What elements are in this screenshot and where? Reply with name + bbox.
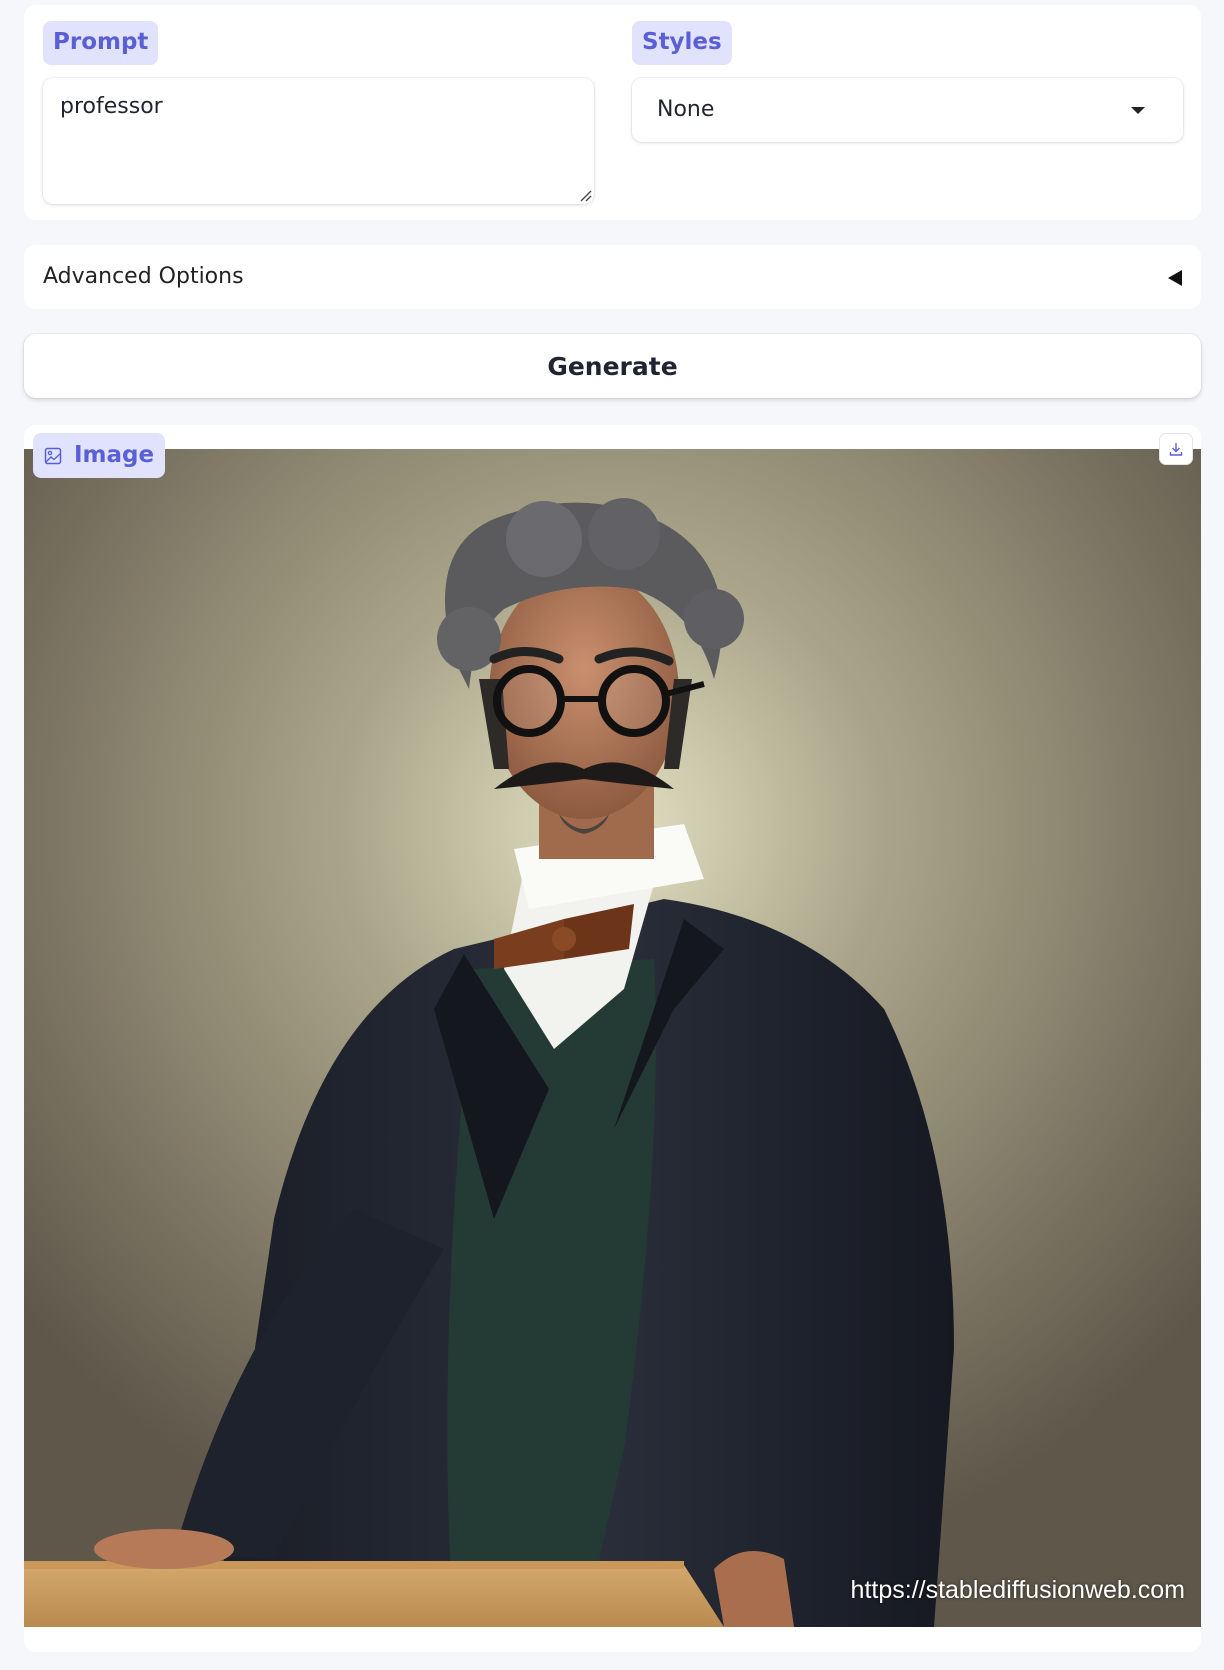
styles-label: Styles — [632, 21, 732, 65]
caret-down-icon — [1131, 107, 1145, 114]
image-output-panel: Image https://stablediffusionweb.com — [24, 425, 1201, 1652]
resize-grip-icon[interactable] — [578, 188, 592, 202]
input-panel: Prompt professor Styles None — [24, 5, 1201, 220]
image-label-text: Image — [74, 442, 155, 468]
image-label: Image — [33, 433, 166, 478]
styles-selected-value: None — [657, 97, 715, 122]
prompt-textarea[interactable]: professor — [43, 78, 594, 204]
prompt-text: professor — [60, 94, 163, 119]
download-icon — [1169, 443, 1183, 456]
download-button[interactable] — [1160, 434, 1192, 464]
generate-button[interactable]: Generate — [24, 334, 1201, 398]
advanced-options-accordion[interactable]: Advanced Options — [24, 245, 1201, 309]
advanced-options-label: Advanced Options — [43, 264, 244, 289]
professor-portrait — [24, 449, 1201, 1627]
generated-image: https://stablediffusionweb.com — [24, 449, 1201, 1627]
image-icon — [44, 447, 62, 464]
prompt-label: Prompt — [43, 21, 159, 65]
styles-dropdown[interactable]: None — [632, 78, 1183, 142]
watermark-text: https://stablediffusionweb.com — [850, 1576, 1185, 1604]
collapse-arrow-icon — [1168, 270, 1182, 286]
